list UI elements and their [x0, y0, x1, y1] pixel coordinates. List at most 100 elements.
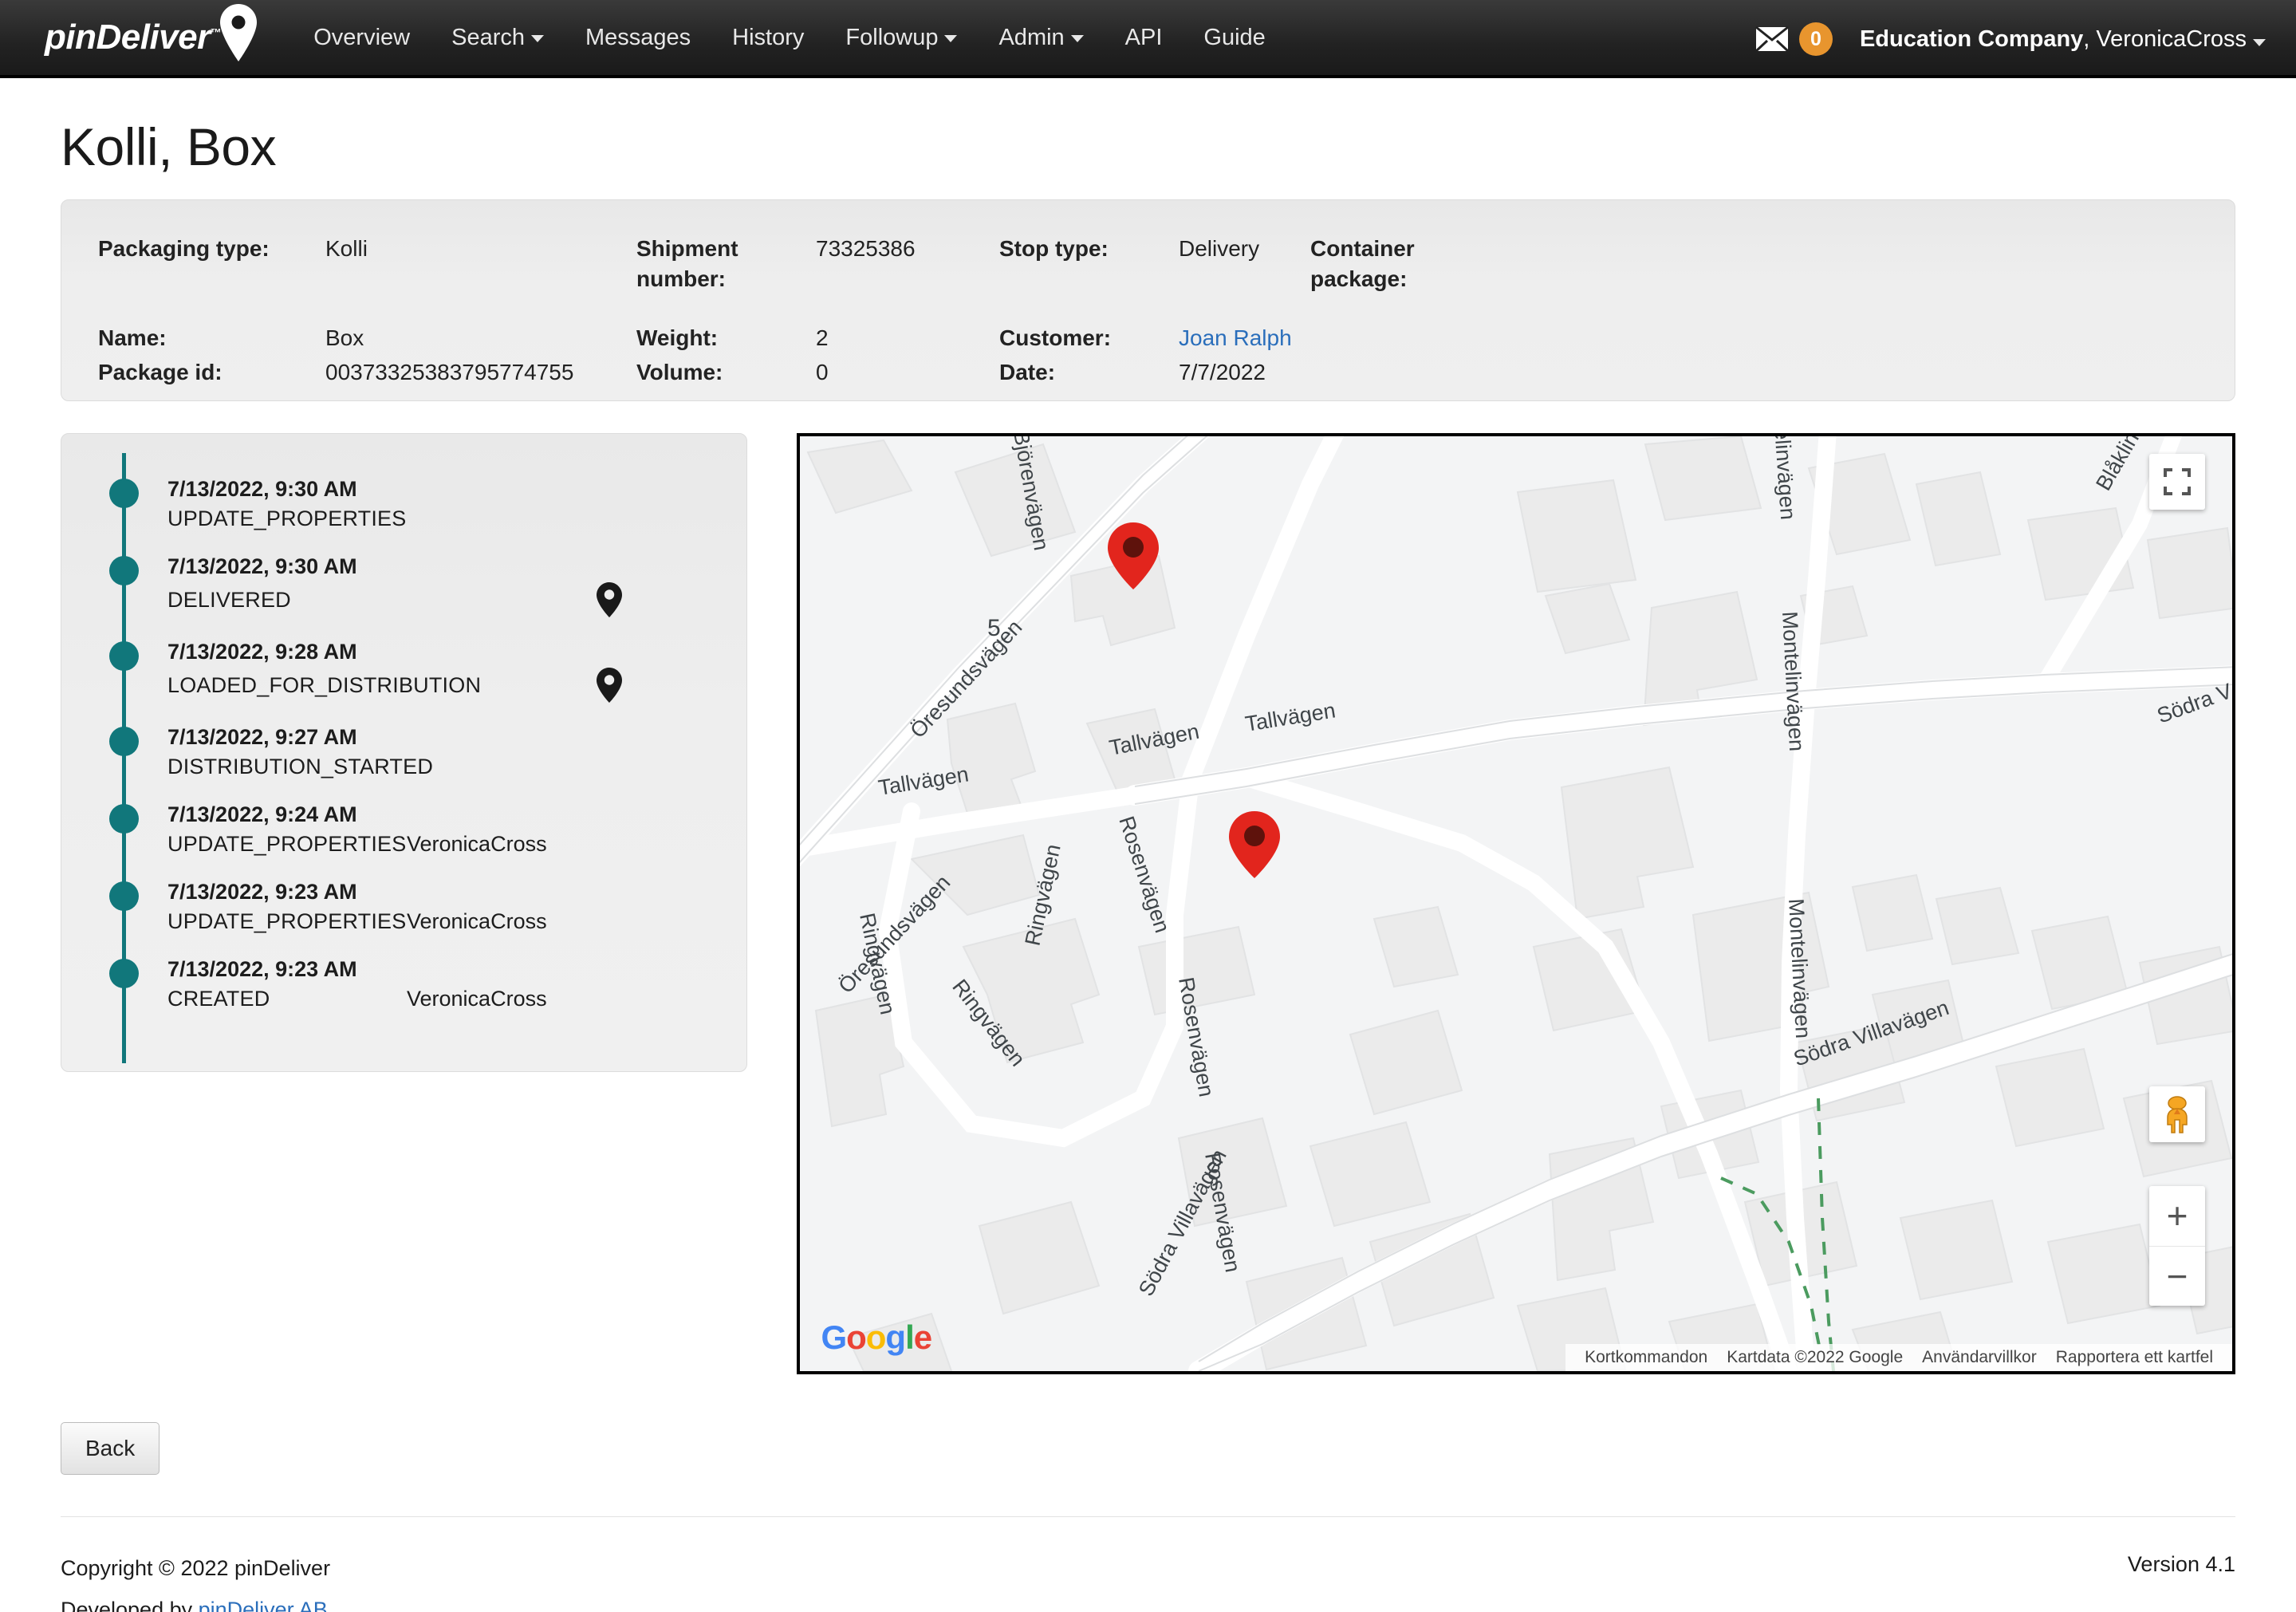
page-content: Kolli, Box Packaging type: Kolli Shipmen…	[0, 116, 2296, 1612]
timeline-item[interactable]: 7/13/2022, 9:23 AM CREATED VeronicaCross	[61, 956, 746, 1033]
timeline-event-user: VeronicaCross	[407, 909, 547, 933]
container-package-label: Container package:	[1310, 236, 1415, 291]
nav-item-guide[interactable]: Guide	[1183, 0, 1286, 77]
timeline-dot-icon	[109, 641, 139, 671]
timeline-item[interactable]: 7/13/2022, 9:30 AM DELIVERED	[61, 553, 746, 638]
map-street-view-button[interactable]	[2149, 1086, 2205, 1142]
timeline-timestamp: 7/13/2022, 9:24 AM	[167, 802, 357, 826]
weight-value: 2	[816, 325, 829, 350]
delivery-map[interactable]: Öresundsvägen Öresundsvägen Björenvägen …	[797, 433, 2235, 1374]
timeline-timestamp: 7/13/2022, 9:30 AM	[167, 554, 357, 578]
user-name: , VeronicaCross	[2083, 26, 2247, 52]
timeline-dot-icon	[109, 556, 139, 585]
map-zoom-in-button[interactable]: +	[2149, 1186, 2205, 1246]
stop-type-label: Stop type:	[999, 236, 1109, 261]
pin-logo-icon	[218, 2, 259, 63]
timeline-event-name: UPDATE_PROPERTIES	[167, 909, 407, 933]
map-fullscreen-button[interactable]	[2149, 454, 2205, 510]
nav-item-messages[interactable]: Messages	[565, 0, 711, 77]
footer-left: Copyright © 2022 pinDeliver Developed by…	[61, 1547, 330, 1612]
date-value: 7/7/2022	[1179, 360, 1266, 384]
message-count-badge[interactable]: 0	[1798, 22, 1833, 56]
back-button[interactable]: Back	[61, 1422, 160, 1475]
timeline-item[interactable]: 7/13/2022, 9:28 AM LOADED_FOR_DISTRIBUTI…	[61, 638, 746, 723]
map-report-error-link[interactable]: Rapportera ett kartfel	[2046, 1348, 2223, 1367]
timeline-event-name: LOADED_FOR_DISTRIBUTION	[167, 673, 482, 697]
fullscreen-icon	[2164, 468, 2191, 495]
map-zoom-controls[interactable]: + −	[2149, 1186, 2205, 1306]
map-terms-link[interactable]: Användarvillkor	[1912, 1348, 2046, 1367]
user-menu[interactable]: Education Company, VeronicaCross	[1860, 26, 2266, 53]
customer-link[interactable]: Joan Ralph	[1179, 325, 1292, 350]
timeline-event-user: VeronicaCross	[407, 832, 547, 856]
envelope-icon[interactable]	[1754, 26, 1790, 53]
company-name: Education Company	[1859, 26, 2084, 52]
packaging-type-value: Kolli	[325, 236, 368, 261]
timeline-timestamp: 7/13/2022, 9:30 AM	[167, 477, 357, 501]
nav-item-followup[interactable]: Followup	[825, 0, 978, 77]
brand-name: pinDeliver™	[45, 18, 222, 57]
nav-item-search[interactable]: Search	[431, 0, 565, 77]
timeline-dot-icon	[109, 959, 139, 988]
customer-value: Joan Ralph	[1179, 323, 1310, 357]
page-footer: Copyright © 2022 pinDeliver Developed by…	[61, 1517, 2235, 1612]
house-number: 5	[987, 615, 1001, 641]
map-data-copyright: Kartdata ©2022 Google	[1727, 1348, 1904, 1366]
timeline-timestamp: 7/13/2022, 9:27 AM	[167, 725, 357, 749]
timeline-event-name: DISTRIBUTION_STARTED	[167, 755, 434, 778]
event-timeline-panel: 7/13/2022, 9:30 AM UPDATE_PROPERTIES 7/1…	[61, 433, 748, 1072]
packaging-type-label: Packaging type:	[98, 236, 270, 261]
nav-item-admin[interactable]: Admin	[978, 0, 1104, 77]
map-marker-icon[interactable]	[595, 581, 624, 618]
chevron-down-icon	[1070, 34, 1084, 42]
nav-item-api[interactable]: API	[1105, 0, 1183, 77]
google-logo: Google	[821, 1318, 932, 1356]
nav-item-history[interactable]: History	[711, 0, 825, 77]
timeline-item[interactable]: 7/13/2022, 9:24 AM UPDATE_PROPERTIES Ver…	[61, 801, 746, 878]
timeline-dot-icon	[109, 881, 139, 911]
navbar-right-section: 0 Education Company, VeronicaCross	[1754, 0, 2266, 78]
shipment-number-label: Shipment number:	[636, 236, 738, 291]
timeline-item[interactable]: 7/13/2022, 9:27 AM DISTRIBUTION_STARTED	[61, 723, 746, 801]
timeline-event-name: UPDATE_PROPERTIES	[167, 832, 407, 856]
date-label: Date:	[999, 360, 1056, 384]
weight-label: Weight:	[636, 325, 719, 350]
package-id-label: Package id:	[98, 360, 223, 384]
stop-type-value: Delivery	[1179, 236, 1260, 261]
volume-value: 0	[816, 360, 829, 384]
map-keyboard-shortcuts-link[interactable]: Kortkommandon	[1575, 1348, 1717, 1367]
timeline-timestamp: 7/13/2022, 9:28 AM	[167, 640, 357, 664]
package-info-panel: Packaging type: Kolli Shipment number: 7…	[61, 199, 2235, 401]
volume-label: Volume:	[636, 360, 723, 384]
container-package-value	[1310, 323, 1506, 327]
map-canvas: Öresundsvägen Öresundsvägen Björenvägen …	[800, 436, 2233, 1371]
map-marker-icon[interactable]	[595, 667, 624, 704]
timeline-list: 7/13/2022, 9:30 AM UPDATE_PROPERTIES 7/1…	[61, 475, 746, 1033]
developer-link[interactable]: pinDeliver AB	[199, 1598, 328, 1612]
footer-developed-by: Developed by pinDeliver AB	[61, 1589, 330, 1612]
footer-copyright: Copyright © 2022 pinDeliver	[61, 1556, 331, 1580]
package-id-value: 00373325383795774755	[325, 360, 574, 384]
timeline-dot-icon	[109, 804, 139, 834]
timeline-event-name: DELIVERED	[167, 588, 291, 612]
timeline-item[interactable]: 7/13/2022, 9:23 AM UPDATE_PROPERTIES Ver…	[61, 878, 746, 956]
primary-nav: Overview Search Messages History Followu…	[293, 0, 1286, 77]
timeline-dot-icon	[109, 479, 139, 508]
brand-logo[interactable]: pinDeliver™	[45, 0, 259, 77]
shipment-number-value: 73325386	[816, 236, 916, 261]
package-info-grid: Packaging type: Kolli Shipment number: 7…	[98, 234, 2198, 392]
nav-item-overview[interactable]: Overview	[293, 0, 431, 77]
timeline-dot-icon	[109, 727, 139, 756]
chevron-down-icon	[2253, 38, 2266, 46]
name-value: Box	[325, 325, 364, 350]
chevron-down-icon	[531, 34, 544, 42]
detail-section: 7/13/2022, 9:30 AM UPDATE_PROPERTIES 7/1…	[61, 433, 2235, 1374]
timeline-item[interactable]: 7/13/2022, 9:30 AM UPDATE_PROPERTIES	[61, 475, 746, 553]
map-attribution-bar: Kortkommandon Kartdata ©2022 Google Anvä…	[1565, 1344, 2232, 1371]
timeline-event-name: CREATED	[167, 987, 270, 1011]
timeline-event-user: VeronicaCross	[407, 987, 547, 1011]
top-navbar: pinDeliver™ Overview Search Messages His…	[0, 0, 2296, 78]
map-zoom-out-button[interactable]: −	[2149, 1247, 2205, 1307]
name-label: Name:	[98, 325, 167, 350]
